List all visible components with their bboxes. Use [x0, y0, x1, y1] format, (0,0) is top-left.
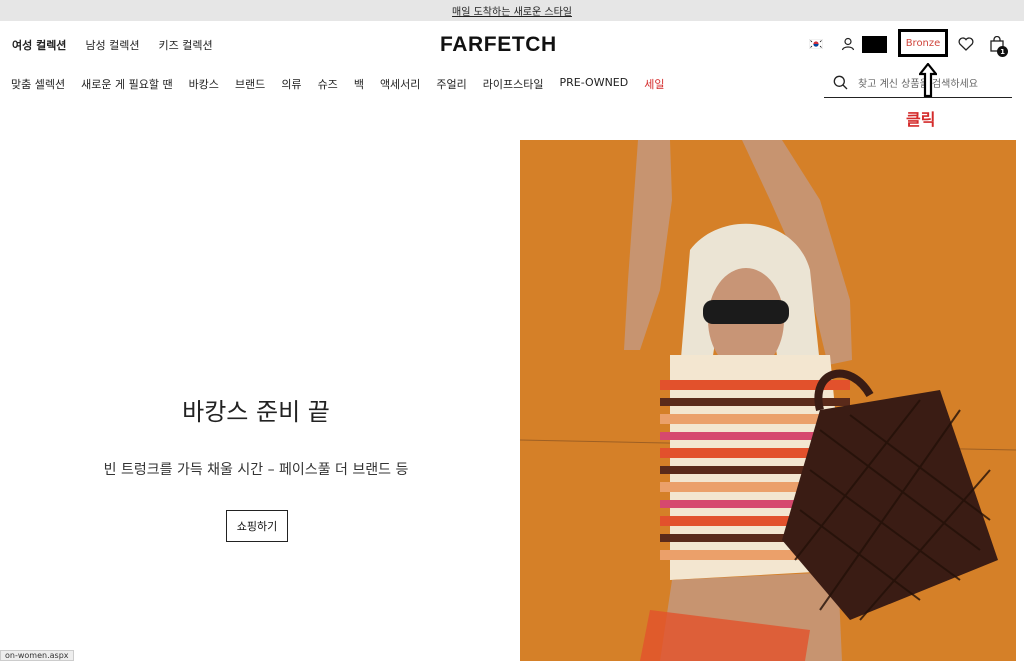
up-arrow-annotation-icon [919, 63, 937, 97]
nav-women[interactable]: 여성 컬렉션 [12, 37, 66, 53]
cat-shoes[interactable]: 슈즈 [318, 76, 338, 92]
category-nav: 맞춤 셀렉션 새로운 게 필요할 땐 바캉스 브랜드 의류 슈즈 백 액세서리 … [11, 76, 680, 92]
cat-sale[interactable]: 세일 [644, 76, 664, 92]
cat-brands[interactable]: 브랜드 [235, 76, 265, 92]
search-placeholder: 찾고 계신 상품을 검색하세요 [858, 79, 978, 90]
heart-icon[interactable] [957, 32, 975, 56]
cat-curated[interactable]: 맞춤 셀렉션 [11, 76, 65, 92]
gender-nav: 여성 컬렉션 남성 컬렉션 키즈 컬렉션 [12, 37, 213, 53]
cat-accessories[interactable]: 액세서리 [380, 76, 420, 92]
korea-flag-icon[interactable] [808, 32, 824, 56]
hero-subtitle: 빈 트렁크를 가득 채울 시간 – 페이스풀 더 브랜드 등 [103, 462, 409, 478]
promo-banner[interactable]: 매일 도착하는 새로운 스타일 [0, 0, 1024, 21]
promo-link[interactable]: 매일 도착하는 새로운 스타일 [452, 3, 572, 18]
search-icon [833, 75, 851, 90]
cat-jewelry[interactable]: 주얼리 [436, 76, 466, 92]
cat-new[interactable]: 새로운 게 필요할 땐 [81, 76, 172, 92]
cat-clothing[interactable]: 의류 [281, 76, 301, 92]
membership-tier-label: Bronze [905, 37, 941, 49]
cat-bags[interactable]: 백 [354, 76, 364, 92]
cat-vacation[interactable]: 바캉스 [189, 76, 219, 92]
shop-now-button[interactable]: 쇼핑하기 [226, 510, 288, 542]
hero-image[interactable] [520, 140, 1016, 661]
search-bar[interactable]: 찾고 계신 상품을 검색하세요 [824, 68, 1012, 98]
nav-men[interactable]: 남성 컬렉션 [85, 37, 139, 53]
hero-title: 바캉스 준비 끝 [182, 398, 330, 426]
bag-count-badge: 1 [997, 46, 1008, 57]
nav-kids[interactable]: 키즈 컬렉션 [159, 37, 213, 53]
membership-tier-button[interactable]: Bronze [898, 29, 948, 57]
status-bar-url: on-women.aspx [0, 650, 74, 661]
click-annotation-label: 클릭 [906, 110, 936, 129]
farfetch-logo[interactable]: FARFETCH [440, 33, 557, 57]
user-icon[interactable] [840, 32, 856, 56]
cat-preowned[interactable]: PRE-OWNED [560, 76, 629, 92]
cat-lifestyle[interactable]: 라이프스타일 [483, 76, 544, 92]
redacted-account-name [862, 36, 887, 53]
